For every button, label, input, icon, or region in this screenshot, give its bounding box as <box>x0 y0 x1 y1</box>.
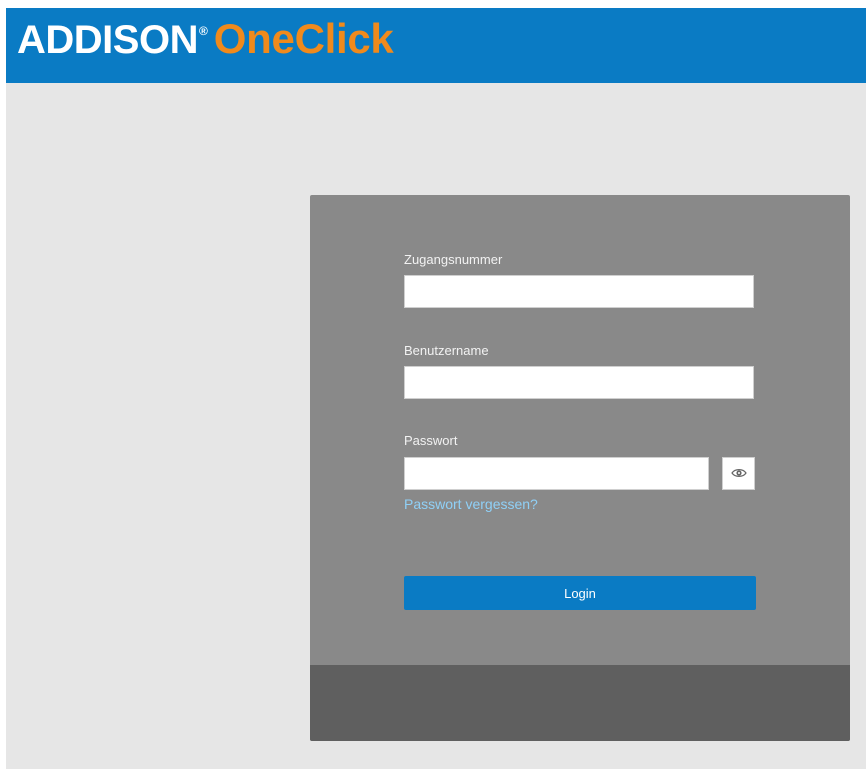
access-number-input[interactable] <box>404 275 754 308</box>
logo-registered-mark: ® <box>198 24 208 38</box>
forgot-password-link[interactable]: Passwort vergessen? <box>404 496 538 512</box>
show-password-button[interactable] <box>722 457 755 490</box>
logo-product-text: OneClick <box>213 15 394 62</box>
addison-oneclick-logo: ADDISON® OneClick <box>17 14 394 64</box>
login-panel: Zugangsnummer Benutzername Passwort Pass… <box>310 195 850 741</box>
app-header: ADDISON® OneClick <box>6 8 866 83</box>
password-label: Passwort <box>404 433 458 448</box>
password-input[interactable] <box>404 457 709 490</box>
login-button[interactable]: Login <box>404 576 756 610</box>
access-number-label: Zugangsnummer <box>404 252 503 267</box>
eye-icon <box>730 465 747 483</box>
username-label: Benutzername <box>404 343 489 358</box>
login-panel-footer <box>310 665 850 741</box>
logo-brand-text: ADDISON <box>17 18 198 62</box>
page-background: ADDISON® OneClick Zugangsnummer Benutzern… <box>6 8 866 769</box>
username-input[interactable] <box>404 366 754 399</box>
